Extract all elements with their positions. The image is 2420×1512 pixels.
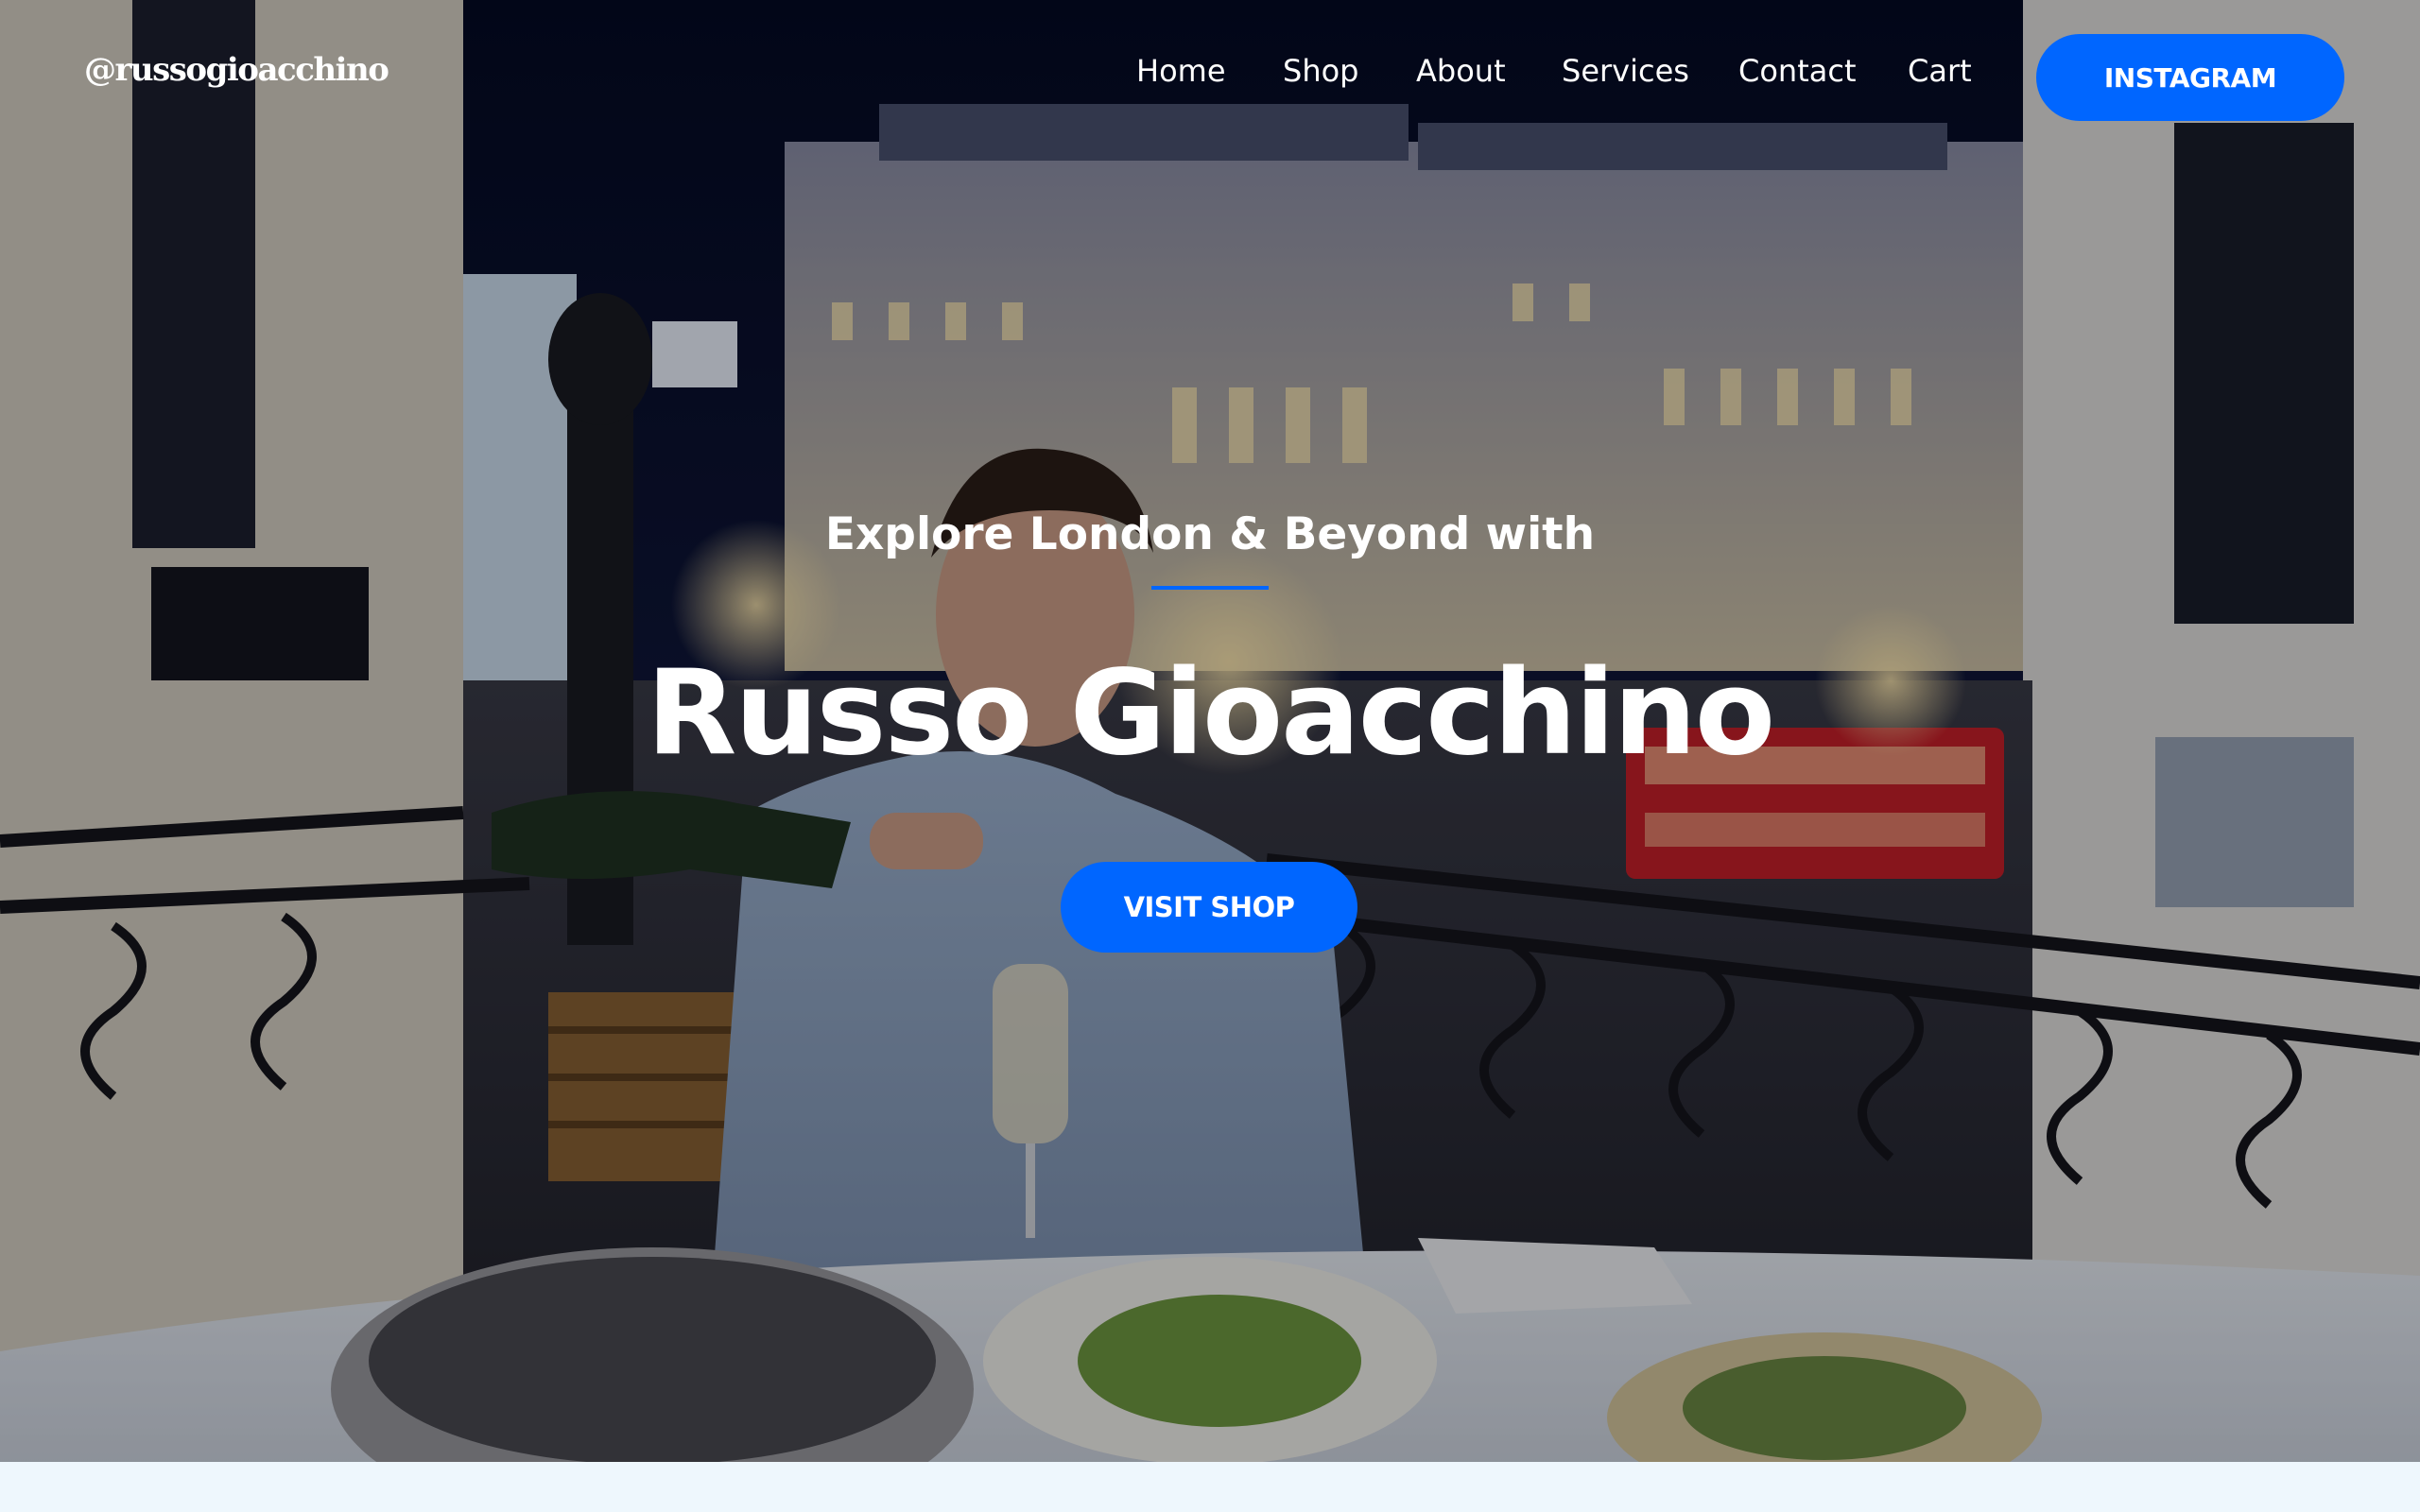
nav-link-services[interactable]: Services — [1562, 53, 1689, 89]
page-bottom-strip — [0, 1462, 2420, 1512]
nav-link-shop[interactable]: Shop — [1283, 53, 1358, 89]
nav-link-cart[interactable]: Cart — [1908, 53, 1972, 89]
nav-link-home[interactable]: Home — [1136, 53, 1226, 89]
nav-link-about[interactable]: About — [1416, 53, 1506, 89]
kicker-underline — [1151, 586, 1269, 590]
visit-shop-button[interactable]: VISIT SHOP — [1061, 862, 1357, 953]
nav-link-contact[interactable]: Contact — [1738, 53, 1857, 89]
hero-kicker: Explore London & Beyond with — [824, 508, 1596, 560]
instagram-button[interactable]: INSTAGRAM — [2036, 34, 2344, 121]
hero-title: Russo Gioacchino — [646, 645, 1775, 782]
